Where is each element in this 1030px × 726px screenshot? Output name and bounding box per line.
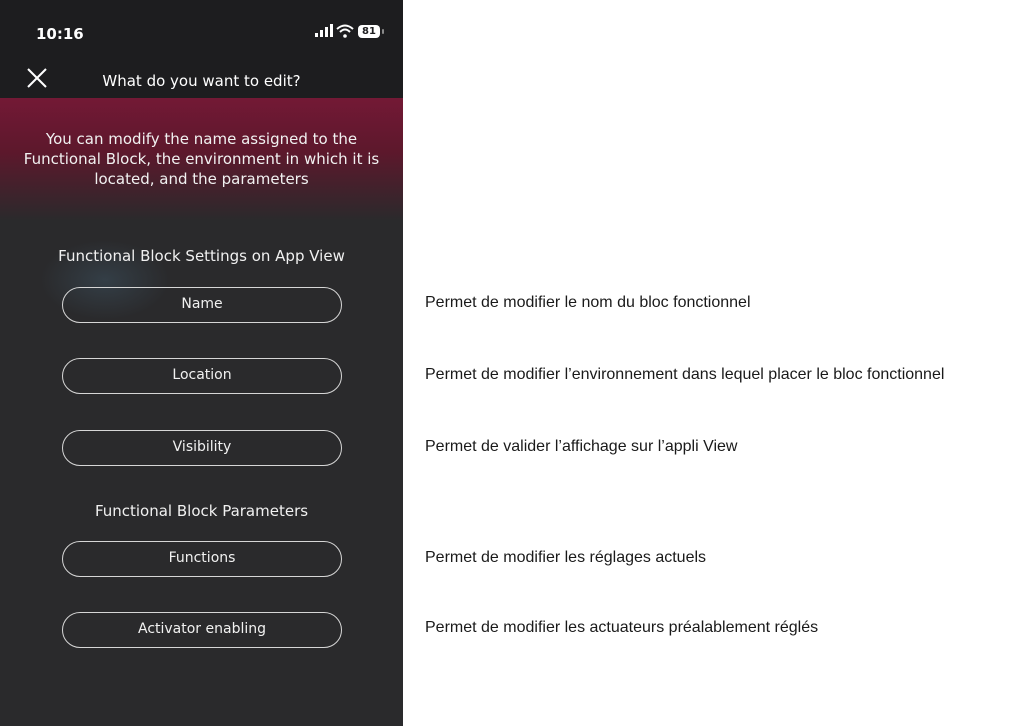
phone-screen: 10:16 81 What do you want to edit? You c… [0, 0, 403, 726]
intro-text: You can modify the name assigned to the … [23, 130, 380, 188]
status-bar: 10:16 81 [0, 0, 403, 60]
activator-enabling-button[interactable]: Activator enabling [62, 612, 342, 648]
page-title: What do you want to edit? [102, 72, 301, 90]
annotation-name: Permet de modifier le nom du bloc foncti… [425, 294, 751, 311]
annotation-visibility: Permet de valider l’affichage sur l’appl… [425, 438, 738, 455]
battery-icon: 81 [358, 25, 380, 38]
name-button[interactable]: Name [62, 287, 342, 323]
wifi-icon [336, 24, 354, 38]
settings-section-title: Functional Block Settings on App View [58, 247, 345, 265]
visibility-button[interactable]: Visibility [62, 430, 342, 466]
location-button[interactable]: Location [62, 358, 342, 394]
functions-button[interactable]: Functions [62, 541, 342, 577]
annotation-activator-enabling: Permet de modifier les actuateurs préala… [425, 619, 819, 636]
parameters-section-title: Functional Block Parameters [94, 502, 309, 520]
status-time: 10:16 [36, 25, 84, 43]
battery-tip [382, 29, 384, 34]
navigation-bar: What do you want to edit? [0, 60, 403, 98]
annotation-functions: Permet de modifier les réglages actuels [425, 549, 707, 566]
signal-icon [315, 24, 333, 37]
annotation-location: Permet de modifier l’environnement dans … [425, 366, 945, 383]
